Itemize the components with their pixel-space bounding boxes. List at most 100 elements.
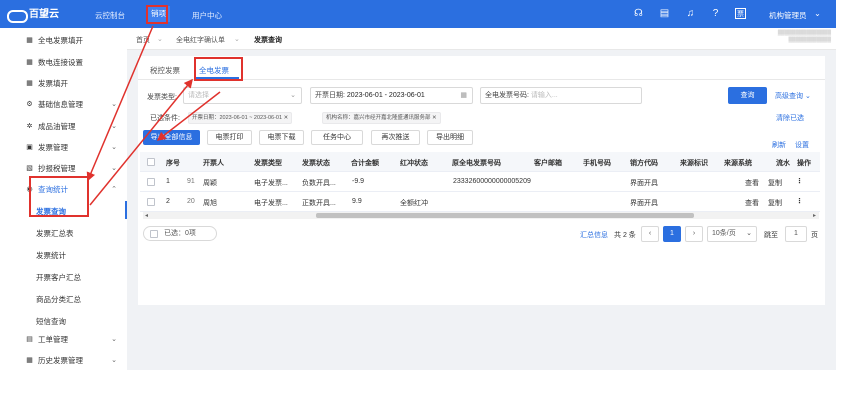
scrollbar-thumb[interactable] [316, 213, 694, 218]
filter-tag-issue-date[interactable]: 开票日期：2023-06-01 ~ 2023-06-01 ✕ [188, 112, 293, 124]
sidebar-subitem-product-category-summary[interactable]: 商品分类汇总 [36, 294, 81, 305]
tab-tax-control-invoice[interactable]: 税控发票 [150, 65, 180, 76]
chevron-down-icon: ⌄ [111, 144, 117, 151]
row-checkbox[interactable] [147, 178, 155, 186]
page-size-select[interactable]: 10条/页 ⌄ [707, 226, 757, 242]
cell-type: 电子发票... [254, 200, 288, 207]
e-invoice-print-button[interactable]: 电票打印 [207, 130, 252, 145]
sidebar-item-work-orders[interactable]: ▤ 工单管理 ⌄ [0, 328, 125, 350]
copy-link[interactable]: 复制 [768, 178, 782, 188]
digital-invoice-number-field[interactable]: 全电发票号码: 请输入... [480, 87, 642, 104]
annotation-highlight-digital-tab [194, 57, 243, 81]
nav-user-center[interactable]: 用户中心 [192, 10, 222, 21]
gear-icon: ✲ [26, 123, 33, 130]
filter-tag-org-name[interactable]: 机构名称：嘉兴市经开嘉北隆盛通讯服务部 ✕ [322, 112, 441, 124]
grid-icon: ▦ [26, 59, 33, 66]
column-header-actions: 操作 [797, 160, 811, 167]
view-link[interactable]: 查看 [745, 178, 759, 188]
copy-link[interactable]: 复制 [768, 198, 782, 208]
grid-icon: ▦ [26, 37, 33, 44]
prev-page-button[interactable]: ‹ [641, 226, 659, 242]
next-page-button[interactable]: › [685, 226, 703, 242]
sidebar-item-invoice-issue[interactable]: ▦ 发票填开 [0, 72, 125, 94]
breadcrumb-current-invoice-query[interactable]: 发票查询 [254, 35, 282, 45]
document-icon[interactable]: ▤ [659, 8, 670, 19]
cell-drawer: 周颖 [203, 180, 217, 187]
column-header-source-flag: 来源标识 [680, 160, 708, 167]
bell-icon[interactable]: ♫ [685, 8, 696, 19]
scroll-right-arrow-icon[interactable]: ▸ [813, 212, 816, 219]
footer-select-checkbox[interactable] [150, 230, 158, 238]
calendar-icon: ▦ [460, 92, 467, 99]
sidebar-item-label: 抄报税管理 [38, 163, 76, 173]
breadcrumb-red-letter-confirmation[interactable]: 全电红字确认单 [176, 35, 225, 45]
cell-source-flag: 界面开具 [630, 200, 658, 207]
sidebar-item-basic-info[interactable]: ⚙ 基础信息管理 ⌄ [0, 93, 125, 115]
help-icon[interactable]: ? [710, 8, 721, 19]
advanced-search-link[interactable]: 高级查询 ⌄ [775, 91, 811, 101]
scroll-left-arrow-icon[interactable]: ◂ [145, 212, 148, 219]
more-actions-icon[interactable]: ⋮ [796, 197, 803, 205]
breadcrumb-home[interactable]: 首页 [136, 35, 150, 45]
invoice-number-placeholder: 请输入... [530, 92, 558, 99]
annotation-highlight-query-menu [29, 176, 89, 217]
export-all-button[interactable]: 导出全部信息 [143, 130, 200, 145]
cell-source-flag: 界面开具 [630, 180, 658, 187]
ticket-icon: ▤ [26, 336, 33, 343]
page-unit-label: 页 [811, 232, 818, 239]
task-center-button[interactable]: 任务中心 [311, 130, 363, 145]
sidebar-item-oil-management[interactable]: ✲ 成品油管理 ⌄ [0, 115, 125, 137]
chevron-down-icon[interactable]: ⌄ [812, 8, 823, 19]
row-checkbox[interactable] [147, 198, 155, 206]
cell-original-number: 23332600000000005209 [453, 178, 531, 185]
top-navigation-bar: 百望云 云控制台 销项 用户中心 ☊ ▤ ♫ ? 票 机构管理员 ⌄ [0, 0, 836, 28]
e-invoice-download-button[interactable]: 电票下载 [259, 130, 304, 145]
refresh-link[interactable]: 刷新 [772, 140, 786, 150]
nav-cloud-console[interactable]: 云控制台 [95, 10, 125, 21]
more-actions-icon[interactable]: ⋮ [796, 177, 803, 185]
sidebar-item-label: 全电发票填开 [38, 35, 83, 45]
column-header-serial: 流水 [776, 160, 790, 167]
table-row[interactable]: 1 91 周颖 电子发票... 负数开具... -9.9 23332600000… [140, 172, 820, 192]
headset-icon[interactable]: ☊ [633, 8, 644, 19]
sidebar-item-digital-connection[interactable]: ▦ 数电连接设置 [0, 51, 125, 73]
current-user[interactable]: 机构管理员 [769, 10, 807, 21]
settings-link[interactable]: 设置 [795, 140, 809, 150]
column-header-status: 发票状态 [302, 160, 330, 167]
table-row[interactable]: 2 20 周旭 电子发票... 正数开具... 9.9 全额红冲 界面开具 查看… [140, 192, 820, 212]
column-header-source-system: 来源系统 [724, 160, 752, 167]
sidebar-item-label: 基础信息管理 [38, 99, 83, 109]
summary-info-link[interactable]: 汇总信息 [580, 230, 608, 240]
sidebar-subitem-customer-summary[interactable]: 开票客户汇总 [36, 272, 81, 283]
page-size-value: 10条/页 [712, 230, 736, 237]
search-button[interactable]: 查询 [728, 87, 767, 104]
chevron-down-icon: ⌄ [111, 123, 117, 130]
issue-date-label: 开票日期: [315, 92, 345, 99]
gear-icon: ▣ [26, 144, 33, 151]
chevron-up-icon: ⌃ [111, 186, 117, 193]
sidebar-item-label: 发票管理 [38, 142, 68, 152]
chevron-down-icon: ⌄ [111, 101, 117, 108]
jump-to-page-input[interactable]: 1 [785, 226, 807, 242]
clear-selected-link[interactable]: 清除已选 [776, 113, 804, 123]
column-header-seq: 序号 [166, 160, 180, 167]
invoice-type-select[interactable]: 请选择 ⌄ [183, 87, 302, 104]
view-link[interactable]: 查看 [745, 198, 759, 208]
sidebar-subitem-invoice-statistics[interactable]: 发票统计 [36, 250, 66, 261]
sidebar-subitem-sms-query[interactable]: 短信查询 [36, 316, 66, 327]
column-header-drawer: 开票人 [203, 160, 224, 167]
column-header-original-number: 原全电发票号码 [452, 160, 501, 167]
cell-status: 正数开具... [302, 200, 336, 207]
brand-logo[interactable]: 百望云 [6, 5, 59, 23]
sidebar-item-invoice-management[interactable]: ▣ 发票管理 ⌄ [0, 136, 125, 158]
page-number-current[interactable]: 1 [663, 226, 681, 242]
sidebar-subitem-invoice-summary[interactable]: 发票汇总表 [36, 228, 74, 239]
select-all-checkbox[interactable] [147, 158, 155, 166]
sidebar-item-label: 工单管理 [38, 334, 68, 344]
invoice-icon[interactable]: 票 [735, 8, 746, 19]
sidebar-item-history-invoices[interactable]: ▦ 历史发票管理 ⌄ [0, 349, 125, 371]
resend-button[interactable]: 再次推送 [371, 130, 420, 145]
issue-date-range-picker[interactable]: 开票日期: 2023-06-01 - 2023-06-01 ▦ [310, 87, 473, 104]
sidebar-item-digital-invoice-issue[interactable]: ▦ 全电发票填开 [0, 29, 125, 51]
export-details-button[interactable]: 导出明细 [427, 130, 473, 145]
